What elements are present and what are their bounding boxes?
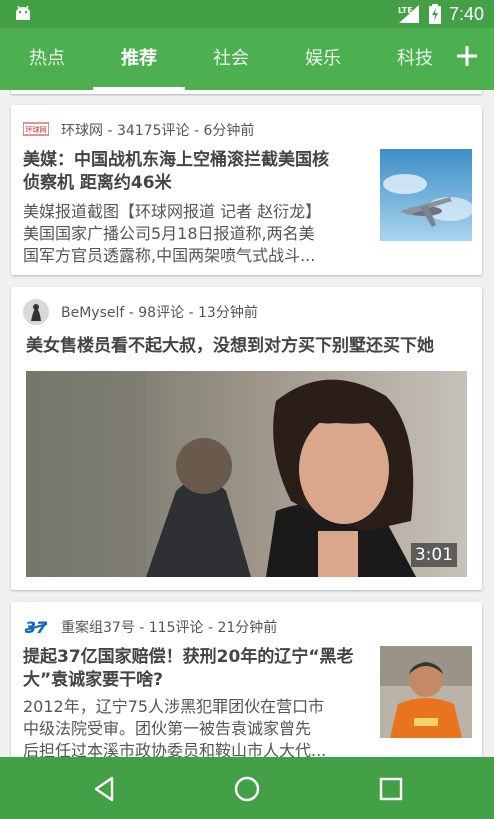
svg-text:环球网: 环球网	[26, 125, 47, 134]
video-card[interactable]: BeMyself - 98评论 - 13分钟前 美女售楼员看不起大叔，没想到对方…	[11, 287, 482, 590]
tab-label: 科技	[397, 48, 433, 69]
category-tab-bar: 热点 推荐 社会 娱乐 科技	[0, 28, 494, 90]
card-meta-text: 环球网 - 34175评论 - 6分钟前	[61, 123, 255, 139]
lte-signal-icon: LTE	[398, 5, 419, 23]
tab-label: 娱乐	[305, 48, 341, 69]
video-thumbnail[interactable]: 3:01	[26, 371, 467, 577]
news-card[interactable]: 环球网 环球网 - 34175评论 - 6分钟前 美媒：中国战机东海上空桶滚拦截…	[11, 105, 482, 275]
android-icon	[16, 5, 30, 20]
author-avatar	[23, 299, 49, 325]
author-avatar: 37	[23, 614, 49, 640]
card-summary: 2012年，辽宁75人涉黑犯罪团伙在营口市 中级法院受审。团伙第一被告袁诚家曾先…	[23, 697, 327, 757]
news-card[interactable]: 37 重案组37号 - 115评论 - 21分钟前 提起37亿国家赔偿！获刑20…	[11, 602, 482, 757]
tab-recommended[interactable]: 推荐	[93, 28, 185, 90]
news-thumbnail	[380, 149, 472, 241]
card-meta: 37 重案组37号 - 115评论 - 21分钟前	[23, 614, 278, 640]
battery-icon	[428, 4, 441, 24]
video-still	[26, 371, 467, 577]
status-bar: LTE 7:40	[0, 0, 494, 28]
card-summary: 美媒报道截图【环球网报道 记者 赵衍龙】 美国国家广播公司5月18日报道称,两名…	[23, 202, 322, 265]
navigation-bar	[0, 757, 494, 819]
news-feed[interactable]: 环球网 环球网 - 34175评论 - 6分钟前 美媒：中国战机东海上空桶滚拦截…	[0, 90, 494, 757]
card-title: 提起37亿国家赔偿！获刑20年的辽宁“黑老 大”袁诚家要干啥?	[23, 647, 354, 690]
video-duration: 3:01	[410, 543, 457, 567]
previous-card-edge	[11, 90, 482, 94]
tab-entertainment[interactable]: 娱乐	[277, 28, 369, 90]
tab-label: 推荐	[121, 48, 157, 69]
back-icon[interactable]	[90, 775, 118, 803]
network-type: LTE	[398, 6, 413, 15]
card-meta-text: BeMyself - 98评论 - 13分钟前	[61, 305, 258, 321]
recent-apps-icon[interactable]	[377, 775, 405, 803]
clock: 7:40	[448, 3, 484, 24]
home-icon[interactable]	[233, 775, 261, 803]
tab-tech[interactable]: 科技	[369, 28, 461, 90]
news-thumbnail	[380, 646, 472, 738]
card-meta: BeMyself - 98评论 - 13分钟前	[23, 299, 258, 325]
card-meta-text: 重案组37号 - 115评论 - 21分钟前	[61, 620, 278, 636]
card-meta: 环球网 环球网 - 34175评论 - 6分钟前	[23, 119, 254, 141]
tab-label: 热点	[29, 48, 65, 69]
card-title: 美媒：中国战机东海上空桶滚拦截美国核 侦察机 距离约46米	[23, 150, 329, 193]
tab-society[interactable]: 社会	[185, 28, 277, 90]
card-title: 美女售楼员看不起大叔，没想到对方买下别墅还买下她	[26, 336, 434, 356]
add-category-icon[interactable]	[456, 45, 478, 67]
tab-label: 社会	[213, 48, 249, 69]
source-logo: 环球网	[23, 122, 49, 136]
tab-hot[interactable]: 热点	[1, 28, 93, 90]
